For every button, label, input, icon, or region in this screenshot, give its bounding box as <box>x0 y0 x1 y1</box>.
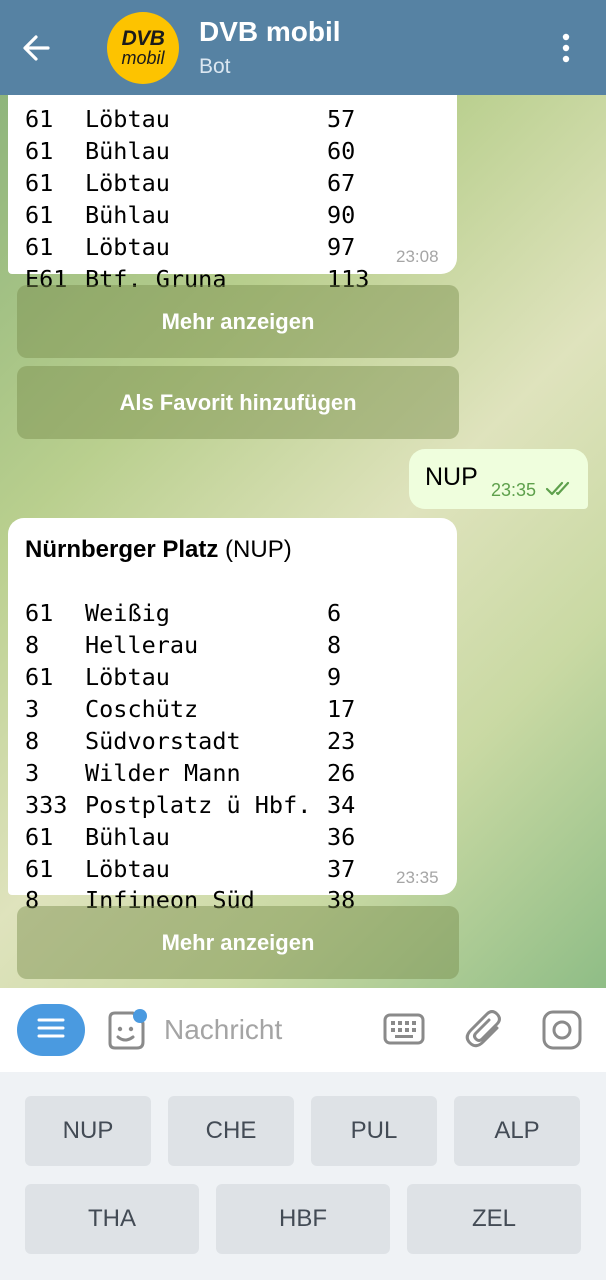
keyboard-button-zel[interactable]: ZEL <box>407 1184 581 1254</box>
departure-row: 3 Wilder Mann 26 <box>25 759 356 787</box>
avatar-line2: mobil <box>121 48 165 68</box>
back-arrow-icon[interactable] <box>22 28 72 68</box>
menu-icon <box>37 1017 65 1044</box>
keyboard-button-che[interactable]: CHE <box>168 1096 294 1166</box>
more-button[interactable]: Mehr anzeigen <box>17 906 459 979</box>
message-time: 23:35 <box>396 868 439 887</box>
keyboard-button-pul[interactable]: PUL <box>311 1096 437 1166</box>
departure-row: 61 Löbtau 9 <box>25 663 342 691</box>
departure-row: 3 Coschütz 17 <box>25 695 356 723</box>
message-time: 23:35 <box>491 480 537 500</box>
more-button[interactable]: Mehr anzeigen <box>17 285 459 358</box>
add-favorite-button[interactable]: Als Favorit hinzufügen <box>17 366 459 439</box>
message-bubble-departures[interactable]: 61 Löbtau 57 61 Bühlau 60 61 Löbtau 67 61 Bühla… <box>8 95 457 293</box>
keyboard-button-hbf[interactable]: HBF <box>216 1184 390 1254</box>
keyboard-button-nup[interactable]: NUP <box>25 1096 151 1166</box>
departure-row: 8 Südvorstadt 23 <box>25 727 356 755</box>
departure-row: 8 Hellerau 8 <box>25 631 342 659</box>
departure-row: 8 Infineon Süd 38 <box>25 886 356 914</box>
outgoing-message[interactable]: NUP 23:35 <box>409 449 588 509</box>
departure-row: E61 Btf. Gruna 113 <box>25 265 370 293</box>
double-check-icon <box>545 478 575 498</box>
avatar-line1: DVB <box>121 27 165 50</box>
chat-subtitle: Bot <box>199 55 231 78</box>
departure-row: 61 Weißig 6 <box>25 599 342 627</box>
reply-keyboard: NUP CHE PUL ALP THA HBF ZEL <box>0 1072 606 1280</box>
bot-menu-button[interactable] <box>17 1004 85 1056</box>
message-bubble-nup-departures[interactable]: Nürnberger Platz (NUP) 61 Weißig 6 8 Heller… <box>8 518 457 914</box>
keyboard-button-tha[interactable]: THA <box>25 1184 199 1254</box>
keyboard-icon[interactable] <box>383 1012 425 1046</box>
departure-row: 61 Löbtau 37 <box>25 855 356 883</box>
outgoing-text: NUP <box>425 463 478 491</box>
paperclip-icon[interactable] <box>463 1008 507 1052</box>
departure-row: 61 Löbtau 67 <box>25 169 356 197</box>
departure-row: 61 Bühlau 36 <box>25 823 356 851</box>
chat-area[interactable]: 61 Löbtau 57 61 Bühlau 60 61 Löbtau 67 61 Bühla… <box>0 95 606 988</box>
departure-row: 333 Postplatz ü Hbf. 34 <box>25 791 356 819</box>
departure-row: 61 Bühlau 60 <box>25 137 356 165</box>
camera-icon[interactable] <box>540 1008 584 1052</box>
sticker-icon[interactable] <box>103 1008 149 1054</box>
chat-header: DVB mobil DVB mobil Bot <box>0 0 606 95</box>
stop-title: Nürnberger Platz (NUP) <box>25 536 292 563</box>
departure-row: 61 Bühlau 90 <box>25 201 356 229</box>
message-input-bar: Nachricht <box>0 988 606 1072</box>
departure-row: 61 Löbtau 57 <box>25 105 356 133</box>
message-time: 23:08 <box>396 247 439 266</box>
keyboard-button-alp[interactable]: ALP <box>454 1096 580 1166</box>
message-input[interactable]: Nachricht <box>164 1014 282 1046</box>
more-vert-icon[interactable] <box>551 28 581 68</box>
departure-row: 61 Löbtau 97 <box>25 233 356 261</box>
avatar[interactable]: DVB mobil <box>107 12 179 84</box>
chat-title[interactable]: DVB mobil <box>199 16 341 48</box>
